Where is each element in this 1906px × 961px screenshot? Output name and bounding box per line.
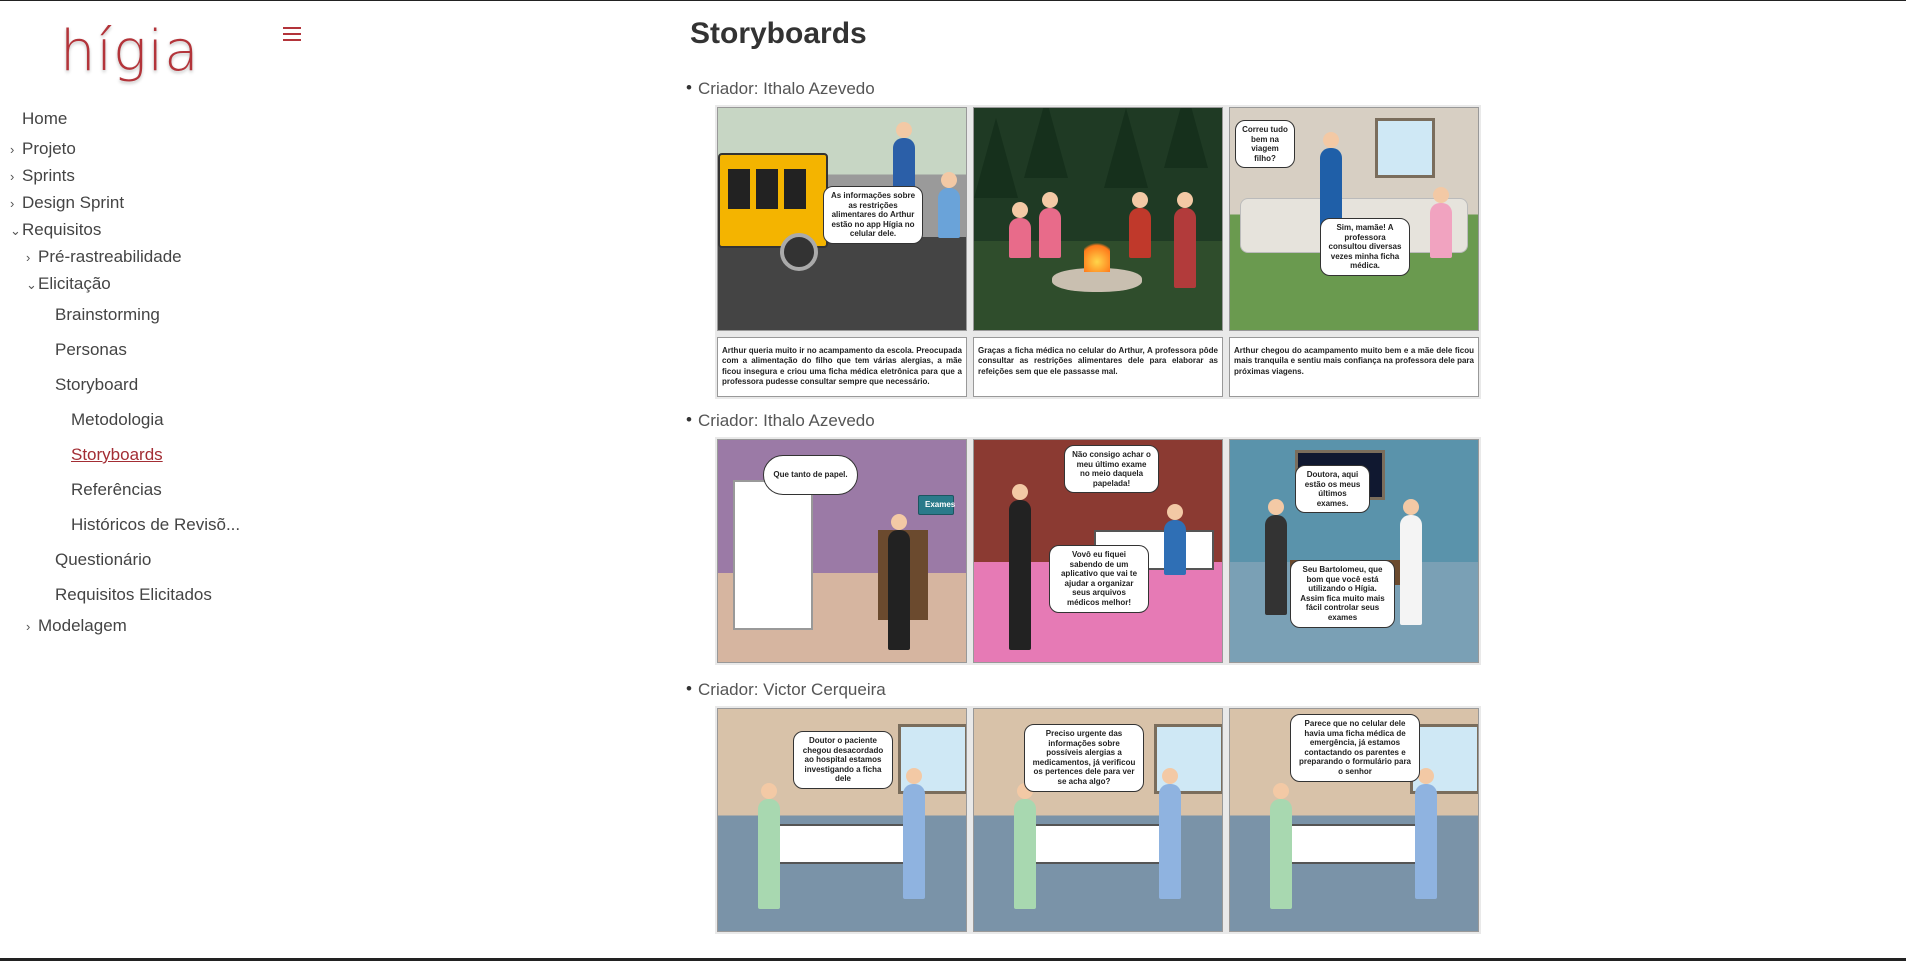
sidebar-item-metodologia[interactable]: Metodologia [71, 410, 164, 430]
sidebar-item-home[interactable]: Home [22, 109, 67, 129]
chevron-right-icon: › [10, 196, 15, 211]
storyboard-panel: Não consigo achar o meu último exame no … [973, 439, 1223, 663]
page-title: Storyboards [690, 17, 867, 50]
speech-bubble: Doutora, aqui estão os meus últimos exam… [1295, 465, 1370, 514]
hamburger-menu-icon[interactable] [283, 27, 301, 41]
sidebar-item-historicos-de-revisoes[interactable]: Históricos de Revisõ... [71, 515, 240, 535]
storyboard-panel: Que tanto de papel. Exames [717, 439, 967, 663]
storyboard-strip: Doutor o paciente chegou desacordado ao … [715, 706, 1481, 934]
speech-bubble: Seu Bartolomeu, que bom que você está ut… [1290, 560, 1395, 628]
sidebar-item-projeto[interactable]: › Projeto [10, 139, 76, 159]
storyboard-panel: Doutora, aqui estão os meus últimos exam… [1229, 439, 1479, 663]
sidebar-item-requisitos-elicitados[interactable]: Requisitos Elicitados [55, 585, 212, 605]
chevron-right-icon: › [10, 142, 15, 157]
higia-logo[interactable]: hígia [60, 19, 200, 84]
sidebar-item-modelagem[interactable]: › Modelagem [26, 616, 127, 636]
speech-bubble: Não consigo achar o meu último exame no … [1064, 445, 1159, 494]
storyboard-caption: Arthur chegou do acampamento muito bem e… [1229, 337, 1479, 397]
storyboard-panel: Doutor o paciente chegou desacordado ao … [717, 708, 967, 932]
speech-bubble: As informações sobre as restrições alime… [823, 186, 923, 244]
chevron-down-icon: ⌄ [10, 223, 21, 238]
speech-bubble: Parece que no celular dele havia uma fic… [1290, 714, 1420, 782]
storyboard-caption: Arthur queria muito ir no acampamento da… [717, 337, 967, 397]
creator-label: Criador: Victor Cerqueira [686, 679, 886, 700]
sidebar-item-elicitacao[interactable]: ⌄Elicitação [26, 274, 111, 294]
school-bus-image [718, 153, 828, 248]
exams-binder-label: Exames [918, 495, 955, 515]
storyboard-panel: Parece que no celular dele havia uma fic… [1229, 708, 1479, 932]
campfire-image [1084, 238, 1110, 272]
chevron-right-icon: › [26, 619, 31, 634]
sidebar-item-pre-rastreabilidade[interactable]: › Pré-rastreabilidade [26, 247, 182, 267]
thought-bubble: Que tanto de papel. [763, 455, 858, 495]
sidebar-item-brainstorming[interactable]: Brainstorming [55, 305, 160, 325]
storyboard-panel: Preciso urgente das informações sobre po… [973, 708, 1223, 932]
speech-bubble: Vovô eu fiquei sabendo de um aplicativo … [1049, 545, 1149, 613]
storyboard-caption: Graças a ficha médica no celular do Arth… [973, 337, 1223, 397]
sidebar-item-questionario[interactable]: Questionário [55, 550, 151, 570]
speech-bubble: Doutor o paciente chegou desacordado ao … [793, 731, 893, 789]
chevron-right-icon: › [10, 169, 15, 184]
sidebar-item-storyboard[interactable]: Storyboard [55, 375, 138, 395]
sidebar-item-referencias[interactable]: Referências [71, 480, 162, 500]
speech-bubble: Sim, mamãe! A professora consultou diver… [1320, 218, 1410, 276]
storyboard-panel: As informações sobre as restrições alime… [717, 107, 967, 331]
sidebar-item-sprints[interactable]: › Sprints [10, 166, 75, 186]
storyboard-strip: Que tanto de papel. Exames Não consigo a… [715, 437, 1481, 665]
chevron-right-icon: › [26, 250, 31, 265]
sidebar: hígia Home › Projeto › Sprints › Design Spr… [0, 1, 301, 958]
storyboard-panel [973, 107, 1223, 331]
sidebar-item-design-sprint[interactable]: › Design Sprint [10, 193, 124, 213]
sidebar-item-personas[interactable]: Personas [55, 340, 127, 360]
creator-label: Criador: Ithalo Azevedo [686, 78, 875, 99]
sidebar-item-storyboards[interactable]: Storyboards [71, 445, 163, 465]
speech-bubble: Correu tudo bem na viagem filho? [1235, 120, 1295, 169]
sidebar-item-requisitos[interactable]: ⌄Requisitos [10, 220, 101, 240]
storyboard-strip: As informações sobre as restrições alime… [715, 105, 1481, 399]
storyboard-panel: Correu tudo bem na viagem filho? Sim, ma… [1229, 107, 1479, 331]
speech-bubble: Preciso urgente das informações sobre po… [1024, 724, 1144, 792]
chevron-down-icon: ⌄ [26, 277, 37, 292]
creator-label: Criador: Ithalo Azevedo [686, 410, 875, 431]
